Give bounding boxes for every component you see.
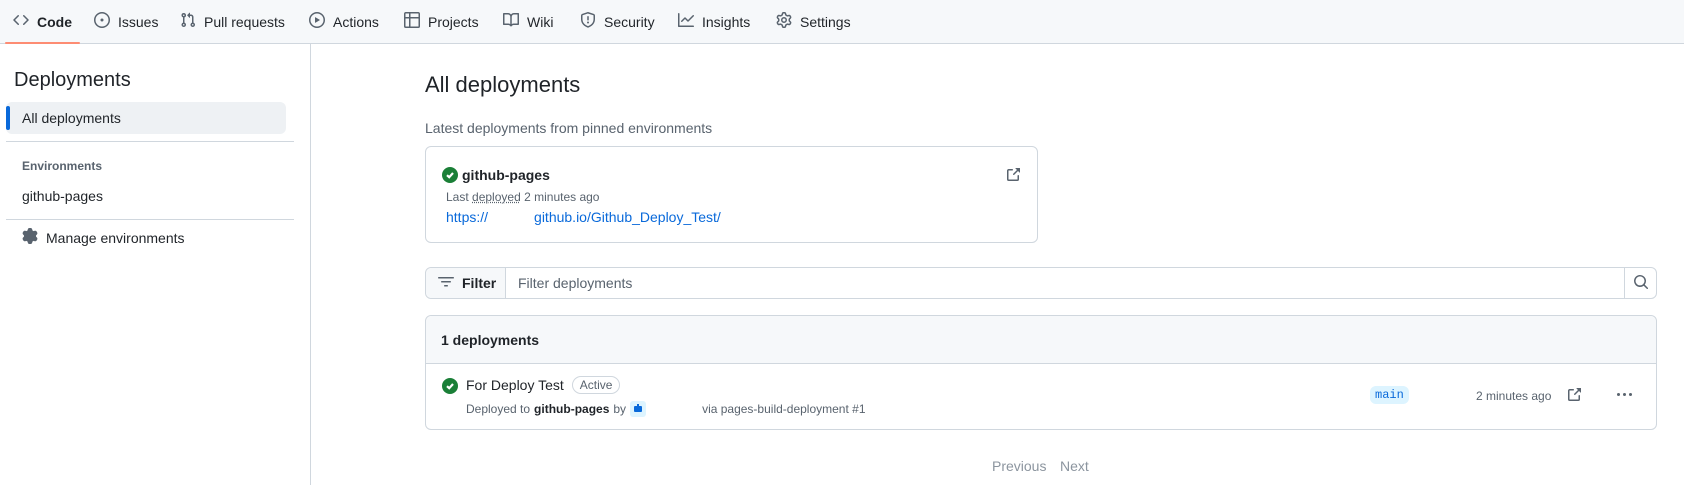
pull-request-icon — [180, 12, 196, 31]
sidebar-environments-heading: Environments — [22, 159, 103, 173]
gear-icon — [22, 228, 38, 247]
tab-actions[interactable]: Actions — [309, 0, 379, 43]
pinned-meta-prefix: Last — [446, 190, 469, 204]
tab-security-label: Security — [604, 13, 655, 30]
tab-projects-label: Projects — [428, 13, 479, 30]
sidebar-divider — [6, 219, 294, 220]
deployment-time: 2 minutes ago — [1476, 389, 1552, 403]
deployment-workflow: via pages-build-deployment #1 — [702, 402, 866, 416]
pinned-deployed-link[interactable]: deployed — [472, 190, 521, 204]
status-badge: Active — [571, 376, 621, 394]
pagination-next[interactable]: Next — [1060, 458, 1089, 474]
tab-pull-requests[interactable]: Pull requests — [180, 0, 285, 43]
sidebar-item-github-pages[interactable]: github-pages — [22, 188, 103, 204]
pinned-url-end: github.io/Github_Deploy_Test/ — [534, 209, 721, 225]
filter-button[interactable]: Filter — [426, 268, 506, 298]
pinned-last-deployed: Last deployed 2 minutes ago — [446, 190, 599, 204]
tab-actions-label: Actions — [333, 13, 379, 30]
deployments-sidebar: Deployments All deployments Environments… — [0, 44, 311, 485]
tab-insights-label: Insights — [702, 13, 751, 30]
sidebar-title: Deployments — [14, 69, 131, 91]
filter-icon — [438, 274, 454, 293]
success-check-icon — [442, 167, 458, 183]
page-title: All deployments — [425, 72, 581, 97]
tab-issues-label: Issues — [118, 13, 159, 30]
sidebar-divider — [6, 141, 294, 142]
deployed-to-prefix: Deployed to — [466, 402, 531, 416]
tab-projects[interactable]: Projects — [404, 0, 479, 43]
tab-issues[interactable]: Issues — [94, 0, 158, 43]
success-check-icon — [442, 378, 458, 394]
search-button[interactable] — [1624, 268, 1656, 298]
avatar[interactable] — [630, 401, 647, 417]
tab-wiki[interactable]: Wiki — [503, 0, 553, 43]
pinned-environment-label: github-pages — [462, 167, 550, 183]
pinned-subtitle: Latest deployments from pinned environme… — [425, 120, 713, 136]
manage-environments-label: Manage environments — [46, 229, 185, 246]
sidebar-item-all-deployments[interactable]: All deployments — [6, 102, 286, 134]
tab-insights[interactable]: Insights — [678, 0, 750, 43]
pinned-environment-name: github-pages — [442, 167, 550, 183]
filter-deployments-input[interactable] — [506, 268, 1620, 298]
tab-pull-requests-label: Pull requests — [204, 13, 285, 30]
gear-icon — [776, 12, 792, 31]
filter-button-label: Filter — [462, 275, 497, 291]
tab-settings-label: Settings — [800, 13, 851, 30]
deployment-row-title: For Deploy Test Active — [466, 376, 621, 394]
tab-settings[interactable]: Settings — [776, 0, 851, 43]
issue-icon — [94, 12, 110, 31]
filter-bar: Filter — [425, 267, 1657, 299]
graph-icon — [678, 12, 694, 31]
book-icon — [503, 12, 520, 31]
tab-wiki-label: Wiki — [527, 13, 554, 30]
link-external-icon[interactable] — [1005, 167, 1021, 183]
table-icon — [404, 12, 420, 31]
branch-label[interactable]: main — [1370, 386, 1409, 404]
pinned-url-start: https:// — [446, 209, 489, 225]
deployment-row-details: Deployed to github-pages by via pages-bu… — [466, 401, 866, 417]
kebab-menu-icon[interactable] — [1614, 386, 1634, 402]
search-icon — [1633, 274, 1649, 293]
play-icon — [309, 12, 325, 31]
deployments-count: 1 deployments — [426, 316, 1656, 364]
deployment-by: by — [613, 402, 627, 416]
tab-code-label: Code — [37, 13, 72, 30]
pinned-environment-card: github-pages Last deployed 2 minutes ago… — [425, 146, 1038, 243]
repo-nav: Code Issues Pull requests Actions Projec… — [0, 0, 1684, 44]
shield-icon — [580, 12, 596, 31]
tab-security[interactable]: Security — [580, 0, 655, 43]
manage-environments-link[interactable]: Manage environments — [22, 228, 185, 247]
code-icon — [13, 12, 29, 31]
tab-code[interactable]: Code — [5, 0, 80, 44]
deployment-name[interactable]: For Deploy Test — [466, 377, 564, 393]
pagination-previous[interactable]: Previous — [992, 458, 1046, 474]
pinned-environment-url[interactable]: https:// github.io/Github_Deploy_Test/ — [446, 209, 721, 225]
link-external-icon[interactable] — [1566, 387, 1582, 406]
deployments-list: 1 deployments For Deploy Test Active Dep… — [425, 315, 1657, 430]
deployment-environment-link[interactable]: github-pages — [534, 402, 609, 416]
pinned-meta-time: 2 minutes ago — [524, 190, 600, 204]
